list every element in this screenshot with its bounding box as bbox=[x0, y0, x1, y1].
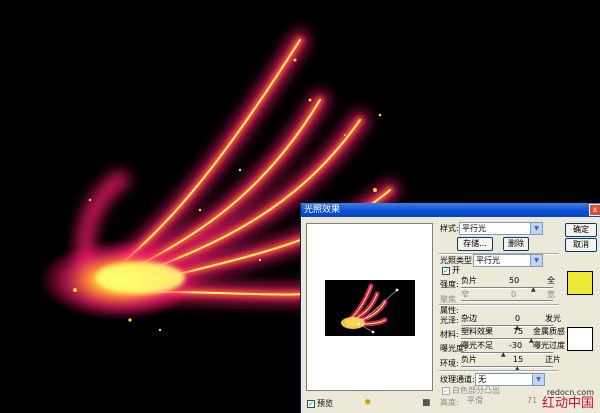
focus-min-label: 窄 bbox=[461, 290, 469, 299]
exposure-max-label: 曝光过度 bbox=[533, 341, 565, 350]
style-label: 样式: bbox=[440, 224, 459, 233]
material-max-label: 金属质感 bbox=[533, 327, 565, 336]
intensity-min-label: 负片 bbox=[461, 276, 477, 285]
ok-button[interactable]: 确定 bbox=[565, 223, 597, 237]
white-high-label: 白色部分凸出 bbox=[452, 386, 500, 395]
dialog-title-bar[interactable]: 光照效果 x bbox=[301, 203, 600, 217]
watermark: redocn.com 红动中国 bbox=[542, 388, 594, 411]
trash-icon[interactable]: ■ bbox=[422, 399, 431, 408]
height-value: 71 bbox=[527, 396, 538, 405]
gloss-value: 0 bbox=[515, 314, 521, 323]
style-select-value: 平行光 bbox=[462, 224, 486, 233]
material-min-label: 塑料效果 bbox=[461, 327, 493, 336]
intensity-max-label: 全 bbox=[547, 276, 555, 285]
cancel-button[interactable]: 取消 bbox=[565, 238, 597, 252]
exposure-slider[interactable] bbox=[461, 352, 553, 354]
lighting-effects-dialog: 光照效果 x ✓ 预览 ✹ ■ 样式: 平行光 ▼ 存储... 删除 确定 取消… bbox=[300, 203, 600, 413]
chevron-down-icon[interactable]: ▼ bbox=[530, 255, 542, 266]
focus-slider[interactable] bbox=[461, 300, 553, 302]
delete-button[interactable]: 删除 bbox=[503, 237, 529, 251]
divider bbox=[439, 370, 559, 372]
gloss-min-label: 杂边 bbox=[461, 314, 477, 323]
exposure-value: -30 bbox=[509, 341, 523, 350]
intensity-slider[interactable] bbox=[461, 287, 553, 289]
texture-channel-select[interactable]: 无 ▼ bbox=[475, 373, 545, 386]
preview-thumbnail bbox=[325, 280, 415, 336]
watermark-text: 红动中国 bbox=[541, 396, 594, 411]
light-type-value: 平行光 bbox=[476, 256, 500, 265]
texture-channel-value: 无 bbox=[478, 375, 486, 384]
gloss-label: 光泽: bbox=[440, 316, 459, 325]
ambience-max-label: 正片 bbox=[545, 355, 561, 364]
material-label: 材料: bbox=[440, 330, 459, 339]
ambience-slider[interactable] bbox=[461, 366, 553, 368]
property-color-swatch[interactable] bbox=[567, 327, 593, 351]
chevron-down-icon[interactable]: ▼ bbox=[532, 374, 544, 385]
ambience-label: 环境: bbox=[440, 359, 459, 368]
close-icon[interactable]: x bbox=[589, 204, 600, 216]
preview-label: 预览 bbox=[317, 399, 333, 408]
exposure-slider-thumb[interactable]: ▲ bbox=[501, 352, 506, 358]
light-on-label: 开 bbox=[452, 266, 460, 275]
intensity-value: 50 bbox=[509, 276, 520, 285]
exposure-min-label: 曝光不足 bbox=[461, 341, 493, 350]
white-high-checkbox[interactable]: ✓ bbox=[442, 387, 450, 395]
material-slider[interactable] bbox=[461, 338, 553, 340]
light-type-select[interactable]: 平行光 ▼ bbox=[473, 254, 543, 267]
intensity-label: 强度: bbox=[440, 280, 459, 289]
light-on-checkbox[interactable]: ✓ bbox=[442, 267, 450, 275]
light-type-label: 光照类型: bbox=[440, 256, 475, 265]
focus-value: 0 bbox=[511, 290, 517, 299]
preview-checkbox[interactable]: ✓ bbox=[307, 400, 315, 408]
gloss-max-label: 发光 bbox=[545, 314, 561, 323]
intensity-slider-thumb[interactable]: ▲ bbox=[531, 287, 536, 293]
material-value: 75 bbox=[513, 327, 524, 336]
ambience-min-label: 负片 bbox=[461, 355, 477, 364]
ambience-value: 15 bbox=[513, 355, 524, 364]
preview-pane[interactable] bbox=[306, 223, 433, 391]
texture-channel-label: 纹理通道: bbox=[440, 375, 475, 384]
properties-label: 属性: bbox=[440, 306, 459, 315]
height-label: 高度: bbox=[440, 398, 459, 407]
style-select[interactable]: 平行光 ▼ bbox=[459, 222, 543, 235]
light-bulb-icon[interactable]: ✹ bbox=[364, 399, 372, 408]
save-button[interactable]: 存储... bbox=[457, 237, 493, 251]
focus-max-label: 宽 bbox=[547, 290, 555, 299]
light-color-swatch[interactable] bbox=[567, 271, 593, 295]
dialog-title: 光照效果 bbox=[304, 205, 341, 215]
height-min-label: 平滑 bbox=[467, 396, 483, 405]
chevron-down-icon[interactable]: ▼ bbox=[530, 223, 542, 234]
